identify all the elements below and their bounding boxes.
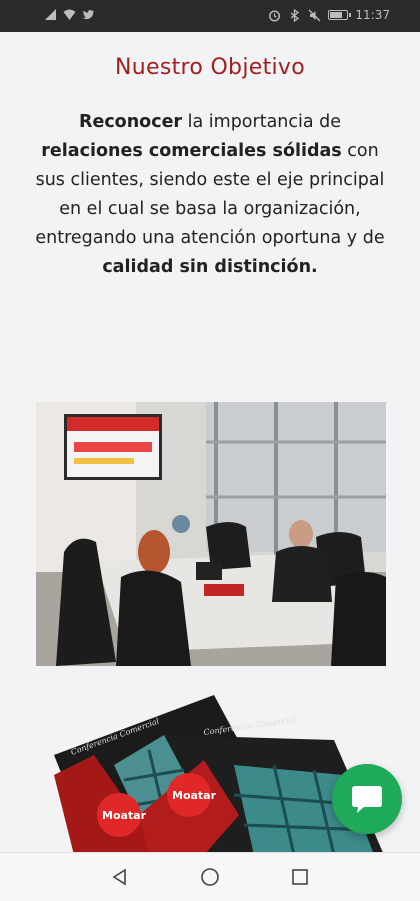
- status-left-icons: [44, 8, 95, 21]
- card-brand-1: Moatar: [102, 809, 147, 822]
- alarm-icon: [269, 9, 281, 22]
- system-nav-bar: [0, 852, 420, 901]
- wifi-icon: [63, 9, 76, 20]
- paragraph-text-run: la importancia de: [182, 112, 342, 132]
- recents-square-icon[interactable]: [290, 867, 310, 887]
- battery-icon: [328, 10, 352, 20]
- card-brand-2: Moatar: [172, 789, 217, 802]
- home-circle-icon[interactable]: [200, 867, 220, 887]
- signal-icon: [45, 9, 56, 20]
- objective-paragraph: Reconocer la importancia de relaciones c…: [32, 108, 388, 282]
- mute-icon: [308, 9, 321, 21]
- status-right-icons: 11:37: [268, 8, 390, 22]
- paragraph-bold-run: calidad sin distinción.: [102, 257, 318, 277]
- twitter-icon: [82, 10, 94, 20]
- bluetooth-icon: [291, 8, 300, 22]
- back-triangle-icon[interactable]: [110, 867, 130, 887]
- chat-button[interactable]: [332, 764, 402, 834]
- meeting-room-photo: [36, 402, 386, 666]
- cards-image: Moatar Moatar Conferencia Comercial Conf…: [54, 695, 384, 855]
- chat-bubble-icon: [352, 786, 382, 813]
- paragraph-bold-run: relaciones comerciales sólidas: [41, 141, 342, 161]
- status-time: 11:37: [355, 8, 390, 22]
- section-title: Nuestro Objetivo: [115, 55, 305, 80]
- paragraph-bold-run: Reconocer: [78, 112, 183, 132]
- status-bar: 11:37: [0, 0, 420, 32]
